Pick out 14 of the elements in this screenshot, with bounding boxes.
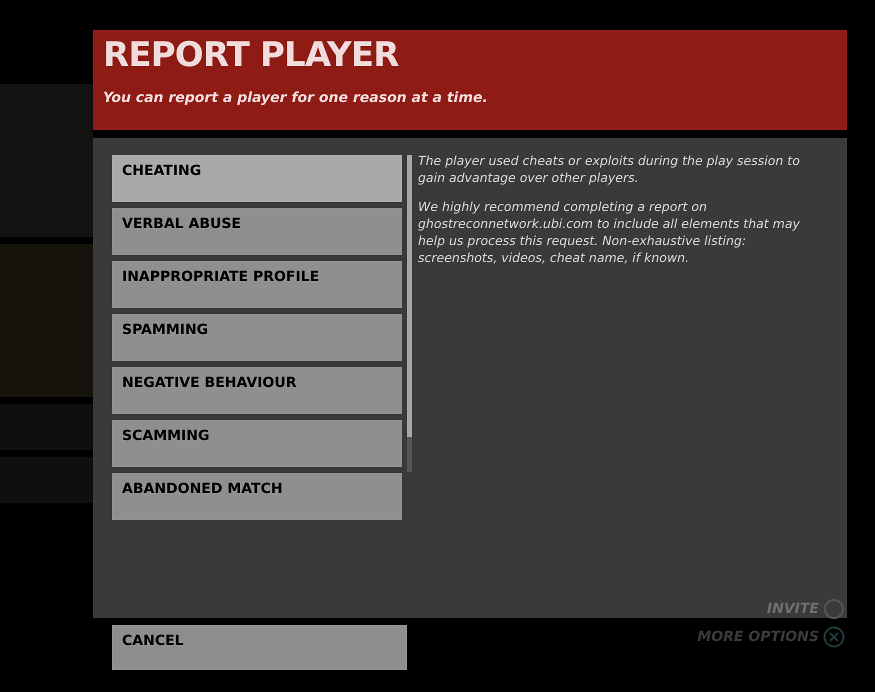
reason-option[interactable]: NEGATIVE BEHAVIOUR — [112, 367, 402, 414]
dialog-title: REPORT PLAYER — [103, 34, 400, 76]
reason-option[interactable]: CHEATING — [112, 155, 402, 202]
description-text: We highly recommend completing a report on ghostreconnetwork.ubi.com to include all elements that may help us process this request. Non-exhaustive listing: screenshots, videos, cheat name, if known. — [418, 198, 801, 266]
controller-button-icon — [823, 598, 845, 620]
reason-option[interactable]: INAPPROPRIATE PROFILE — [112, 261, 402, 308]
description-text: The player used cheats or exploits during the play session to gain advantage over other players. — [418, 152, 801, 186]
close-icon — [823, 626, 845, 648]
reason-option[interactable]: ABANDONED MATCH — [112, 473, 402, 520]
dialog-subtitle: You can report a player for one reason at a time. — [103, 89, 489, 108]
reason-option[interactable]: VERBAL ABUSE — [112, 208, 402, 255]
cancel-button[interactable]: CANCEL — [112, 625, 407, 670]
reason-option[interactable]: SPAMMING — [112, 314, 402, 361]
reason-option[interactable]: SCAMMING — [112, 420, 402, 467]
